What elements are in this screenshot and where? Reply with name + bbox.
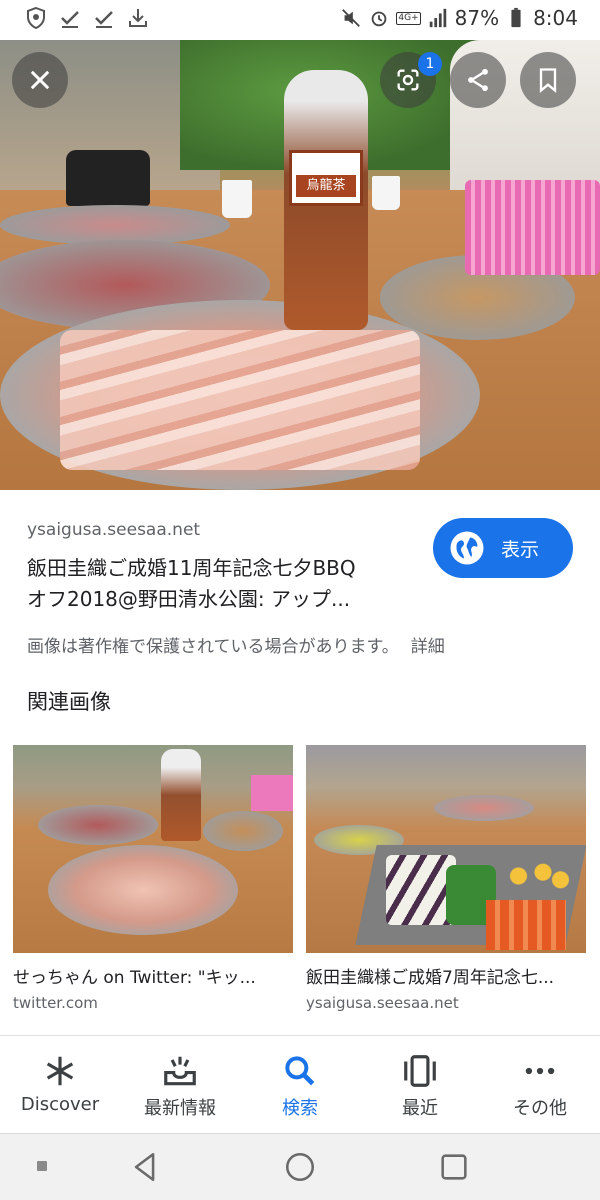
save-button[interactable] <box>520 52 576 108</box>
share-button[interactable] <box>450 52 506 108</box>
nav-more[interactable]: その他 <box>480 1036 600 1133</box>
related-image-card[interactable]: せっちゃん on Twitter: "キッ... twitter.com <box>13 745 293 1012</box>
related-caption[interactable]: 飯田圭織様ご成婚7周年記念七... <box>306 963 586 988</box>
preview-image[interactable]: 烏龍茶 <box>0 40 600 490</box>
result-title-line1: 飯田圭織ご成婚11周年記念七夕BBQ <box>27 556 356 580</box>
nav-label: Discover <box>20 1094 100 1115</box>
download-icon <box>129 9 147 27</box>
clock: 8:04 <box>533 6 578 30</box>
close-button[interactable] <box>12 52 68 108</box>
nav-label: 最新情報 <box>144 1098 216 1119</box>
close-icon <box>30 70 50 90</box>
nav-label: その他 <box>513 1098 567 1119</box>
nav-search[interactable]: 検索 <box>240 1036 360 1133</box>
nav-recent[interactable]: 最近 <box>360 1036 480 1133</box>
asterisk-icon <box>46 1056 74 1086</box>
download-done-icon <box>61 11 79 28</box>
system-status: 4G+ 87% 8:04 <box>340 6 578 30</box>
overview-icon[interactable] <box>437 1150 471 1184</box>
visit-button[interactable]: 表示 <box>433 518 573 578</box>
related-images-heading: 関連画像 <box>27 690 111 714</box>
bookmark-icon <box>539 68 557 93</box>
mute-icon <box>342 9 361 27</box>
related-thumbnail[interactable] <box>13 745 293 953</box>
download-done-icon <box>95 11 113 28</box>
recents-indicator[interactable] <box>37 1161 47 1171</box>
status-bar: 4G+ 87% 8:04 <box>0 0 600 40</box>
result-title[interactable]: 飯田圭織ご成婚11周年記念七夕BBQ オフ2018@野田清水公園: アップ... <box>27 553 417 615</box>
recent-tabs-icon <box>404 1055 436 1087</box>
copyright-text: 画像は著作権で保護されている場合があります。 <box>27 637 399 657</box>
battery-percent: 87% <box>454 6 500 30</box>
related-caption[interactable]: せっちゃん on Twitter: "キッ... <box>13 963 293 988</box>
nav-label: 検索 <box>282 1098 318 1119</box>
notification-icons <box>24 6 150 30</box>
home-icon[interactable] <box>283 1150 317 1184</box>
more-dots-icon <box>525 1067 555 1075</box>
nav-label: 最近 <box>402 1098 438 1119</box>
signal-icon <box>429 8 446 28</box>
result-title-line2: オフ2018@野田清水公園: アップ... <box>27 587 351 611</box>
back-icon[interactable] <box>129 1150 163 1184</box>
visit-label: 表示 <box>501 538 540 561</box>
network-type: 4G+ <box>396 11 421 25</box>
details-link[interactable]: 詳細 <box>411 637 445 657</box>
search-icon <box>285 1056 315 1086</box>
related-domain: twitter.com <box>13 994 98 1012</box>
shield-notification-icon <box>27 6 45 30</box>
lens-badge: 1 <box>418 52 442 76</box>
bottle-label-text: 烏龍茶 <box>296 175 356 197</box>
source-domain[interactable]: ysaigusa.seesaa.net <box>27 520 200 540</box>
related-domain: ysaigusa.seesaa.net <box>306 994 459 1012</box>
related-thumbnail[interactable] <box>306 745 586 953</box>
share-icon <box>468 68 488 92</box>
nav-discover[interactable]: Discover <box>0 1036 120 1133</box>
globe-icon <box>450 531 484 565</box>
nav-updates[interactable]: 最新情報 <box>120 1036 240 1133</box>
system-navigation-bar <box>0 1133 600 1200</box>
lens-icon <box>397 69 419 91</box>
battery-icon <box>511 7 521 28</box>
updates-tray-icon <box>164 1056 196 1086</box>
alarm-icon <box>372 11 387 27</box>
related-image-card[interactable]: 飯田圭織様ご成婚7周年記念七... ysaigusa.seesaa.net <box>306 745 586 1012</box>
bottom-navigation: Discover 最新情報 検索 最近 その他 <box>0 1035 600 1133</box>
copyright-notice: 画像は著作権で保護されている場合があります。 詳細 <box>27 632 445 657</box>
